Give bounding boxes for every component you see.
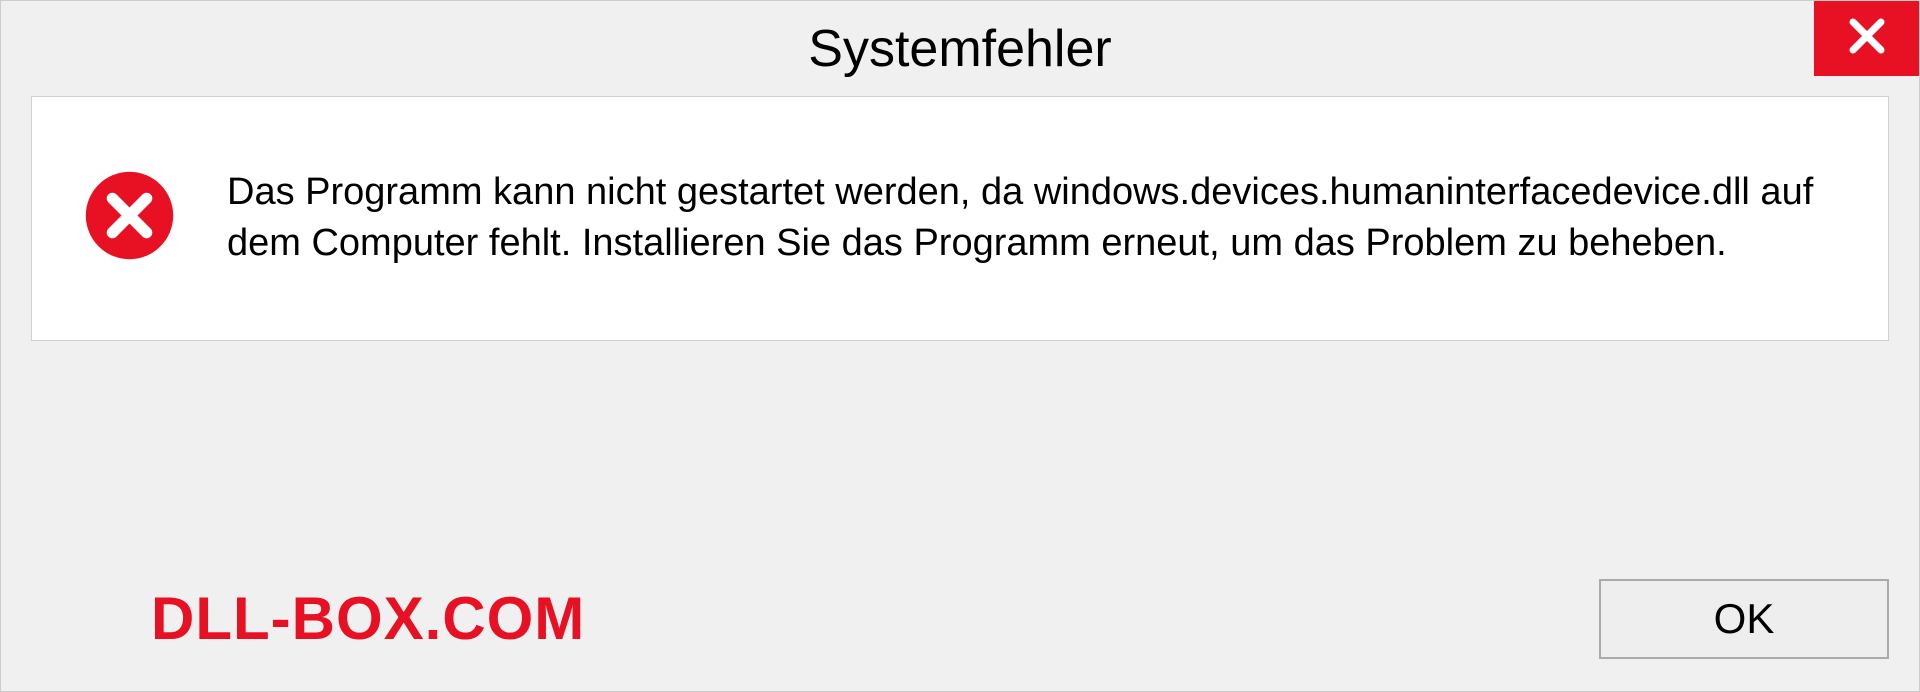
- error-message: Das Programm kann nicht gestartet werden…: [227, 167, 1838, 270]
- close-icon: [1843, 12, 1891, 65]
- ok-button[interactable]: OK: [1599, 579, 1889, 659]
- dialog-title: Systemfehler: [808, 19, 1111, 79]
- titlebar: Systemfehler: [1, 1, 1919, 96]
- close-button[interactable]: [1814, 1, 1919, 76]
- error-dialog: Systemfehler Das Programm kann nicht ges…: [0, 0, 1920, 692]
- content-panel: Das Programm kann nicht gestartet werden…: [31, 96, 1889, 341]
- watermark-text: DLL-BOX.COM: [151, 584, 585, 653]
- dialog-footer: DLL-BOX.COM OK: [1, 571, 1889, 666]
- error-icon: [82, 168, 177, 268]
